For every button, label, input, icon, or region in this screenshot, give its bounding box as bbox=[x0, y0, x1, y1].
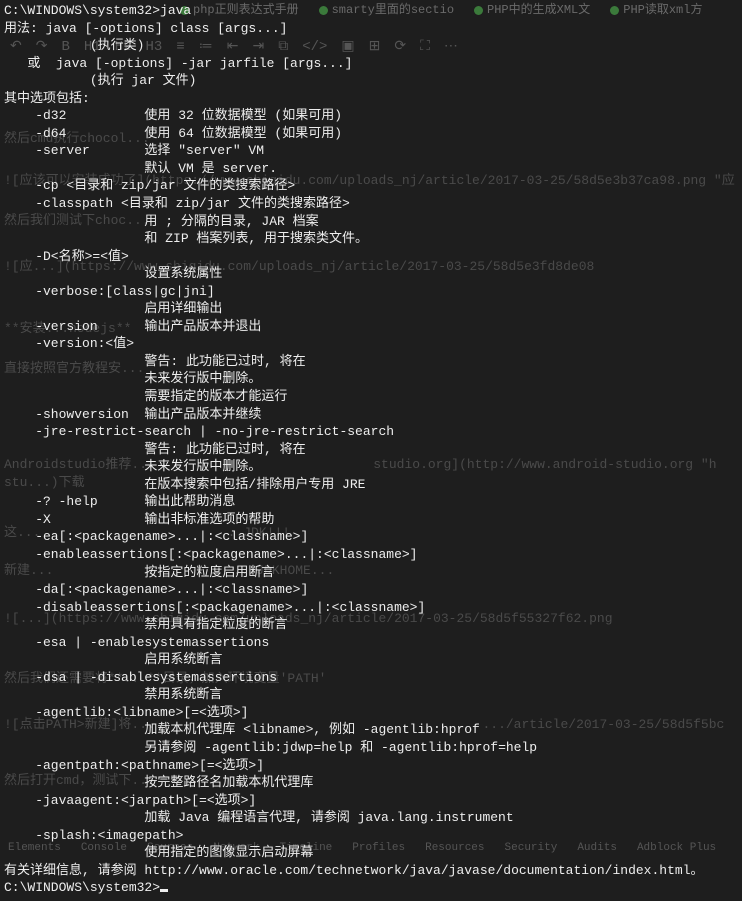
terminal-line: 或 java [-options] -jar jarfile [args...] bbox=[4, 55, 738, 73]
terminal-line: -splash:<imagepath> bbox=[4, 827, 738, 845]
terminal-line: 启用系统断言 bbox=[4, 651, 738, 669]
terminal-line: -jre-restrict-search | -no-jre-restrict-… bbox=[4, 423, 738, 441]
terminal-line: 在版本搜索中包括/排除用户专用 JRE bbox=[4, 476, 738, 494]
terminal-line: -agentlib:<libname>[=<选项>] bbox=[4, 704, 738, 722]
terminal-line: -d64 使用 64 位数据模型 (如果可用) bbox=[4, 125, 738, 143]
terminal-line: 需要指定的版本才能运行 bbox=[4, 388, 738, 406]
terminal-line: -ea[:<packagename>...|:<classname>] bbox=[4, 528, 738, 546]
terminal-line: -cp <目录和 zip/jar 文件的类搜索路径> bbox=[4, 177, 738, 195]
terminal-line: -D<名称>=<值> bbox=[4, 248, 738, 266]
terminal-line: -verbose:[class|gc|jni] bbox=[4, 283, 738, 301]
terminal-line: -showversion 输出产品版本并继续 bbox=[4, 406, 738, 424]
terminal-line: 禁用系统断言 bbox=[4, 686, 738, 704]
terminal-line: 有关详细信息, 请参阅 http://www.oracle.com/techne… bbox=[4, 862, 738, 880]
terminal-line: -enableassertions[:<packagename>...|:<cl… bbox=[4, 546, 738, 564]
cursor-icon bbox=[160, 889, 168, 892]
terminal-line: -version 输出产品版本并退出 bbox=[4, 318, 738, 336]
terminal-line: 设置系统属性 bbox=[4, 265, 738, 283]
terminal-line: 启用详细输出 bbox=[4, 300, 738, 318]
terminal-line: C:\WINDOWS\system32> bbox=[4, 879, 738, 897]
terminal-line: 警告: 此功能已过时, 将在 bbox=[4, 441, 738, 459]
terminal-line: 另请参阅 -agentlib:jdwp=help 和 -agentlib:hpr… bbox=[4, 739, 738, 757]
terminal-line: 其中选项包括: bbox=[4, 90, 738, 108]
terminal-line: 用 ; 分隔的目录, JAR 档案 bbox=[4, 213, 738, 231]
terminal-line: -dsa | -disablesystemassertions bbox=[4, 669, 738, 687]
terminal-line: -agentpath:<pathname>[=<选项>] bbox=[4, 757, 738, 775]
terminal-line: 禁用具有指定粒度的断言 bbox=[4, 616, 738, 634]
terminal-line: -server 选择 "server" VM bbox=[4, 142, 738, 160]
terminal-line: 加载本机代理库 <libname>, 例如 -agentlib:hprof bbox=[4, 721, 738, 739]
terminal-line: 和 ZIP 档案列表, 用于搜索类文件。 bbox=[4, 230, 738, 248]
terminal-line: -javaagent:<jarpath>[=<选项>] bbox=[4, 792, 738, 810]
terminal-line: 按完整路径名加载本机代理库 bbox=[4, 774, 738, 792]
terminal-line: 使用指定的图像显示启动屏幕 bbox=[4, 844, 738, 862]
terminal-line: -disableassertions[:<packagename>...|:<c… bbox=[4, 599, 738, 617]
terminal-line: -? -help 输出此帮助消息 bbox=[4, 493, 738, 511]
terminal-output[interactable]: C:\WINDOWS\system32>java用法: java [-optio… bbox=[0, 0, 742, 901]
terminal-line: 未来发行版中删除。 bbox=[4, 458, 738, 476]
terminal-line: -X 输出非标准选项的帮助 bbox=[4, 511, 738, 529]
terminal-line: -da[:<packagename>...|:<classname>] bbox=[4, 581, 738, 599]
terminal-line: 未来发行版中删除。 bbox=[4, 370, 738, 388]
terminal-line: -classpath <目录和 zip/jar 文件的类搜索路径> bbox=[4, 195, 738, 213]
terminal-line: (执行类) bbox=[4, 37, 738, 55]
terminal-line: 警告: 此功能已过时, 将在 bbox=[4, 353, 738, 371]
terminal-line: -d32 使用 32 位数据模型 (如果可用) bbox=[4, 107, 738, 125]
terminal-line: 加载 Java 编程语言代理, 请参阅 java.lang.instrument bbox=[4, 809, 738, 827]
terminal-line: -version:<值> bbox=[4, 335, 738, 353]
terminal-line: 默认 VM 是 server. bbox=[4, 160, 738, 178]
terminal-line: (执行 jar 文件) bbox=[4, 72, 738, 90]
terminal-line: C:\WINDOWS\system32>java bbox=[4, 2, 738, 20]
terminal-line: 按指定的粒度启用断言 bbox=[4, 564, 738, 582]
terminal-line: 用法: java [-options] class [args...] bbox=[4, 20, 738, 38]
terminal-line: -esa | -enablesystemassertions bbox=[4, 634, 738, 652]
